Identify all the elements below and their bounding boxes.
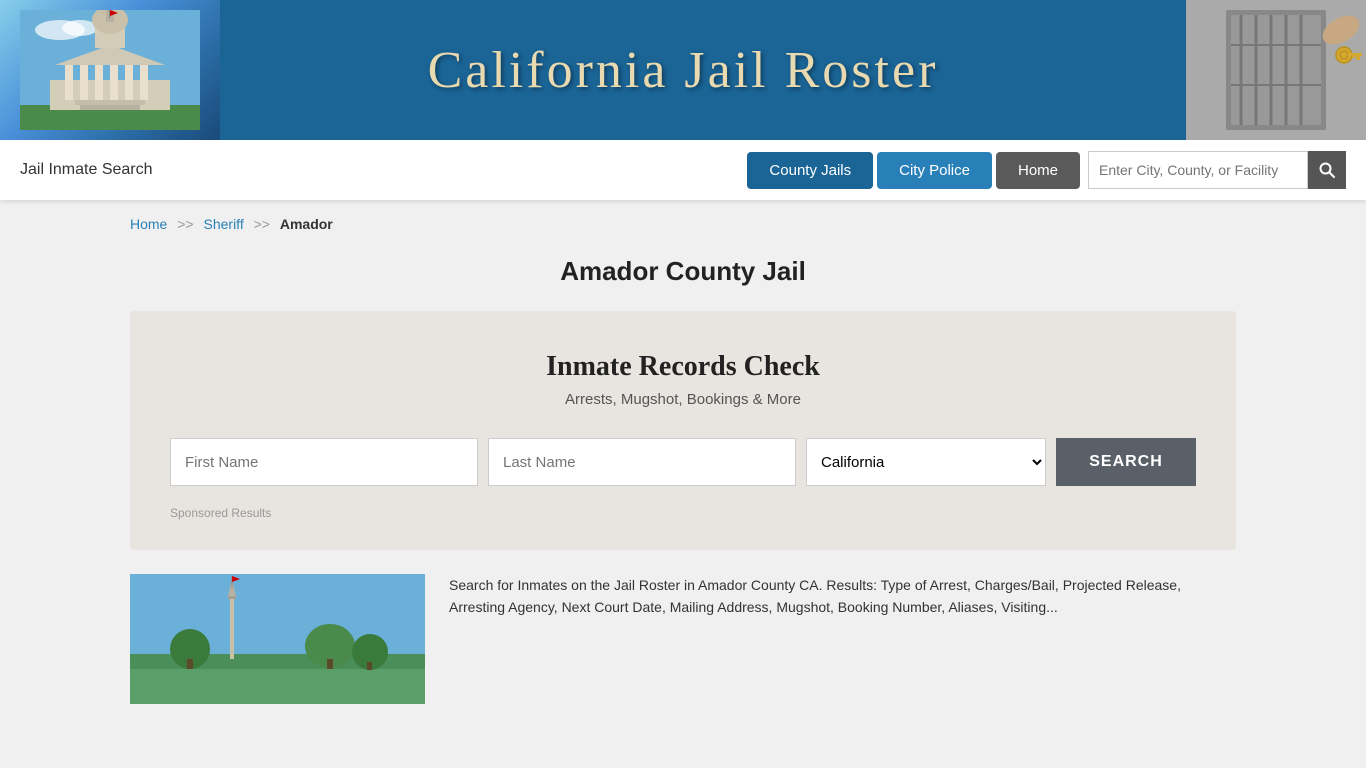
banner-right-image: [1186, 0, 1366, 140]
nav-bar: Jail Inmate Search County Jails City Pol…: [0, 140, 1366, 200]
nav-search-button[interactable]: [1308, 151, 1346, 189]
first-name-input[interactable]: [170, 438, 478, 486]
nav-search-wrap: [1088, 151, 1346, 189]
county-jails-button[interactable]: County Jails: [747, 152, 873, 189]
search-button[interactable]: SEARCH: [1056, 438, 1196, 486]
banner: California Jail Roster: [0, 0, 1366, 140]
nav-buttons: County Jails City Police Home: [747, 152, 1080, 189]
inmate-search-section: Inmate Records Check Arrests, Mugshot, B…: [130, 311, 1236, 550]
search-section-subtitle: Arrests, Mugshot, Bookings & More: [170, 391, 1196, 408]
bottom-section: Search for Inmates on the Jail Roster in…: [130, 574, 1236, 704]
search-section-title: Inmate Records Check: [170, 351, 1196, 383]
breadcrumb: Home >> Sheriff >> Amador: [0, 200, 1366, 248]
breadcrumb-current: Amador: [280, 216, 333, 232]
home-button[interactable]: Home: [996, 152, 1080, 189]
breadcrumb-sheriff[interactable]: Sheriff: [204, 216, 244, 232]
breadcrumb-home[interactable]: Home: [130, 216, 167, 232]
bottom-image-inner: [130, 574, 425, 704]
breadcrumb-sep-2: >>: [254, 216, 270, 232]
sponsored-label: Sponsored Results: [170, 506, 1196, 520]
bottom-description: Search for Inmates on the Jail Roster in…: [449, 574, 1236, 704]
bottom-image: [130, 574, 425, 704]
nav-brand: Jail Inmate Search: [20, 161, 747, 179]
state-select[interactable]: AlabamaAlaskaArizonaArkansasCaliforniaCo…: [806, 438, 1046, 486]
banner-title: California Jail Roster: [220, 41, 1146, 100]
last-name-input[interactable]: [488, 438, 796, 486]
banner-left-image: [0, 0, 220, 140]
city-police-button[interactable]: City Police: [877, 152, 992, 189]
page-title: Amador County Jail: [0, 256, 1366, 287]
search-row: AlabamaAlaskaArizonaArkansasCaliforniaCo…: [170, 438, 1196, 486]
nav-search-input[interactable]: [1088, 151, 1308, 189]
search-icon: [1319, 162, 1335, 178]
breadcrumb-sep-1: >>: [177, 216, 193, 232]
